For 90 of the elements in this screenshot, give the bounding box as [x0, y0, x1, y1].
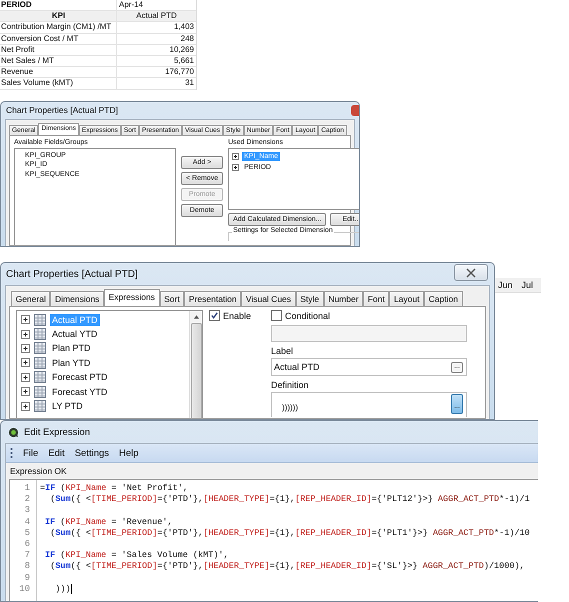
- line-number: 6: [24, 538, 30, 550]
- line-number: 3: [24, 505, 30, 517]
- table-cell-text: Sales Volume (kMT): [0, 78, 74, 88]
- code-line: =IF (KPI_Name = 'Net Profit',: [40, 483, 188, 494]
- list-item[interactable]: Actual YTD: [50, 328, 100, 340]
- close-button[interactable]: [454, 264, 488, 281]
- tab[interactable]: Dimensions: [50, 291, 104, 306]
- tab[interactable]: Number: [324, 291, 364, 306]
- status-text: Expression OK: [9, 465, 68, 478]
- app-icon: [8, 426, 19, 438]
- line-number: 1: [24, 483, 30, 494]
- table-icon: [34, 400, 46, 412]
- window-title: Chart Properties [Actual PTD]: [6, 268, 138, 280]
- table-icon: [34, 342, 46, 354]
- expand-icon[interactable]: [21, 358, 30, 368]
- checkbox[interactable]: [271, 310, 282, 321]
- code-line: (Sum({ <[TIME_PERIOD]={'PTD'},[HEADER_TYPE]={1},[REP_HEADER_ID]={'PLT12'}>} AGGR_ACT_PTD*-1)/1: [49, 494, 530, 506]
- window-title: Chart Properties [Actual PTD]: [6, 105, 118, 115]
- condition-field[interactable]: [271, 325, 467, 342]
- table-icon: [34, 386, 46, 398]
- table-cell: 5,661: [116, 56, 196, 66]
- tab[interactable]: Sort: [160, 291, 184, 306]
- line-number: 7: [24, 550, 30, 562]
- scrollbar[interactable]: [189, 311, 202, 418]
- table-cell: 176,770: [116, 67, 196, 78]
- column-header: Actual PTD: [116, 11, 196, 22]
- code-line: IF (KPI_Name = 'Sales Volume (kMT)',: [44, 550, 229, 562]
- tab[interactable]: Caption: [424, 291, 463, 306]
- menu-item[interactable]: Settings: [74, 448, 110, 458]
- line-number: 4: [24, 516, 30, 528]
- menu-item[interactable]: File: [23, 448, 38, 458]
- line-number: 2: [24, 494, 30, 506]
- table-icon: [34, 328, 46, 340]
- column-header: KPI: [50, 11, 66, 22]
- list-item[interactable]: Plan YTD: [50, 356, 92, 369]
- menu-item[interactable]: Help: [119, 448, 139, 458]
- checkbox-label: Enable: [223, 310, 252, 320]
- code-editor[interactable]: [9, 479, 538, 601]
- list-item[interactable]: Forecast PTD: [50, 371, 110, 384]
- month-label: Jun: [498, 280, 513, 290]
- expand-icon[interactable]: [21, 387, 30, 396]
- list-item[interactable]: Forecast YTD: [50, 386, 110, 398]
- list-item[interactable]: Plan PTD: [50, 342, 93, 354]
- grip-icon[interactable]: [10, 447, 13, 459]
- tab[interactable]: General: [11, 291, 50, 306]
- table-cell-text: Revenue: [0, 67, 34, 78]
- menu-item[interactable]: Edit: [48, 448, 65, 458]
- line-number: 9: [24, 572, 30, 584]
- tab[interactable]: Style: [296, 291, 324, 306]
- window-title: Edit Expression: [24, 426, 90, 438]
- checkbox[interactable]: [209, 310, 220, 321]
- expand-icon[interactable]: [21, 402, 30, 411]
- code-line: ))): [54, 584, 71, 595]
- scroll-up-icon[interactable]: [192, 314, 200, 320]
- tab[interactable]: Layout: [389, 291, 424, 306]
- table-icon: [34, 356, 46, 369]
- tab[interactable]: Font: [363, 291, 390, 306]
- tab[interactable]: Presentation: [184, 291, 242, 306]
- expand-icon[interactable]: [21, 372, 30, 382]
- table-cell: 248: [116, 34, 196, 44]
- tab[interactable]: Visual Cues: [241, 291, 296, 306]
- code-line: (Sum({ <[TIME_PERIOD]={'PTD'},[HEADER_TYPE]={1},[REP_HEADER_ID]={'PLT1'}>} AGGR_ACT_PTD*-1)/10: [49, 528, 530, 539]
- checkbox-label: Conditional: [285, 310, 330, 320]
- close-icon: [466, 268, 476, 278]
- expand-icon[interactable]: [21, 315, 30, 324]
- expand-icon[interactable]: [21, 330, 30, 339]
- tab[interactable]: Expressions: [104, 289, 160, 306]
- line-number: 5: [24, 528, 30, 539]
- line-number: 10: [19, 584, 30, 595]
- expand-icon[interactable]: [232, 164, 240, 170]
- expand-icon[interactable]: [232, 152, 240, 160]
- code-line: (Sum({ <[TIME_PERIOD]={'PTD'},[HEADER_TYPE]={1},[REP_HEADER_ID]={'SL'}>} AGGR_ACT_PTD)/1000),: [49, 561, 525, 573]
- table-cell-text: Net Profit: [0, 44, 36, 55]
- table-icon: [34, 371, 46, 384]
- table-cell-text: Contribution Margin (CM1) /MT: [0, 22, 112, 33]
- code-line: IF (KPI_Name = 'Revenue',: [44, 516, 173, 528]
- table-cell-text: Net Sales / MT: [0, 56, 55, 66]
- text-caret: [70, 584, 72, 594]
- table-cell: 31: [116, 78, 196, 88]
- expand-icon[interactable]: [21, 344, 30, 353]
- table-icon: [34, 314, 46, 326]
- line-number: 8: [24, 561, 30, 572]
- month-label: Jul: [522, 280, 534, 290]
- table-cell: 10,269: [116, 44, 196, 55]
- field-label: Definition: [271, 380, 309, 390]
- table-cell-text: Conversion Cost / MT: [0, 34, 80, 44]
- period-label: PERIOD: [0, 0, 33, 10]
- table-cell: 1,403: [116, 22, 196, 33]
- field-label: Label: [271, 346, 294, 356]
- list-item[interactable]: LY PTD: [50, 400, 85, 412]
